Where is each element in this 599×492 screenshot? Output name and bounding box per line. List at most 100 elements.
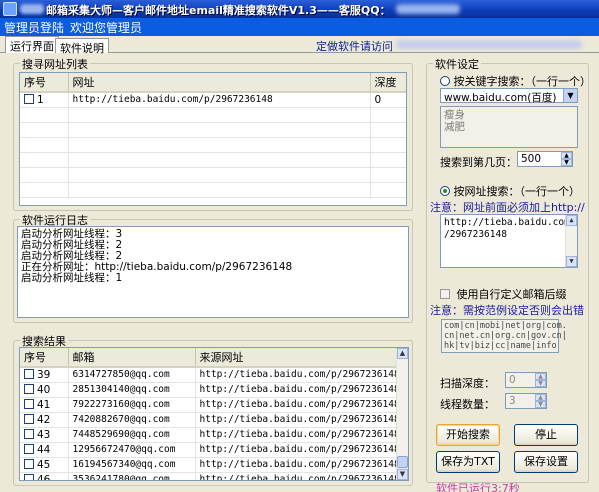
keyword-radio-label: 按关键字搜索：（一行一个）: [453, 75, 592, 88]
col-header-no[interactable]: 序号: [20, 73, 69, 93]
table-row[interactable]: 40 2851304140@qq.com http://tieba.baidu.co…: [20, 382, 397, 398]
row-checkbox[interactable]: [24, 413, 34, 424]
row-checkbox[interactable]: [24, 428, 34, 439]
row-source: http://tieba.baidu.com/p/2967236148: [195, 472, 397, 480]
scroll-down-icon[interactable]: ▼: [397, 469, 408, 480]
tab-run[interactable]: 运行界面: [5, 36, 59, 53]
thread-count-stepper[interactable]: 3 ▲ ▼: [505, 393, 547, 409]
row-no: 43: [37, 428, 51, 441]
scroll-thumb[interactable]: [397, 456, 408, 468]
suffix-line: hk|tv|biz|cc|name|info: [444, 341, 557, 351]
start-search-button[interactable]: 开始搜索: [436, 424, 500, 446]
url-list-table[interactable]: 序号 网址 深度 1 http://tieba.baidu.com/p/2967…: [19, 72, 407, 206]
col-header-email[interactable]: 邮箱: [68, 348, 196, 368]
row-email: 6314727850@qq.com: [68, 367, 196, 383]
scroll-down-icon[interactable]: ▼: [566, 256, 577, 267]
custom-suffix-checkbox[interactable]: [440, 289, 450, 299]
urls-scrollbar[interactable]: ▲ ▼: [565, 215, 577, 267]
stepper-down-icon[interactable]: ▼: [535, 380, 546, 387]
page-count-stepper[interactable]: 500 ▲ ▼: [517, 151, 573, 167]
tab-help[interactable]: 软件说明: [55, 38, 109, 55]
stepper-up-icon[interactable]: ▲: [561, 152, 572, 159]
page-depth-label: 搜索到第几页：: [440, 156, 517, 169]
table-row[interactable]: 46 3536241780@qq.com http://tieba.baidu.co…: [20, 472, 397, 480]
keywords-textarea[interactable]: 瘦身 减肥: [440, 106, 578, 148]
row-email: 3536241780@qq.com: [68, 472, 196, 480]
url-radio-label: 按网址搜索：（一行一个）: [453, 185, 581, 198]
stepper-up-icon[interactable]: ▲: [535, 394, 546, 401]
redacted-website: [396, 40, 582, 49]
table-row[interactable]: 1 http://tieba.baidu.com/p/2967236148 0: [20, 92, 406, 108]
stepper-buttons[interactable]: ▲ ▼: [535, 373, 546, 387]
stepper-up-icon[interactable]: ▲: [535, 373, 546, 380]
save-txt-button[interactable]: 保存为TXT: [436, 451, 500, 473]
row-checkbox[interactable]: [24, 443, 34, 454]
settings-title: 软件设定: [433, 56, 481, 72]
chevron-down-icon[interactable]: ▼: [563, 89, 577, 102]
results-table[interactable]: 序号 邮箱 来源网址 39 6314727850@qq.com http://tie…: [19, 347, 409, 481]
url-line: http://tieba.baidu.com/p: [444, 217, 578, 228]
stepper-buttons[interactable]: ▲ ▼: [535, 394, 546, 408]
page-count-value: 500: [521, 153, 542, 165]
table-row[interactable]: 45 16194567340@qq.com http://tieba.baidu.c…: [20, 457, 397, 473]
stop-button[interactable]: 停止: [514, 424, 578, 446]
empty-row: [20, 107, 406, 123]
save-settings-button[interactable]: 保存设置: [514, 451, 578, 473]
url-prefix-note: 注意：网址前面必须加上http://: [430, 201, 585, 214]
table-row[interactable]: 41 7922273160@qq.com http://tieba.baidu.co…: [20, 397, 397, 413]
col-header-depth[interactable]: 深度: [370, 73, 406, 93]
custom-software-link[interactable]: 定做软件请访问: [316, 38, 393, 54]
table-row[interactable]: 39 6314727850@qq.com http://tieba.baidu.co…: [20, 367, 397, 383]
row-checkbox[interactable]: [24, 93, 34, 104]
title-bar[interactable]: 邮箱采集大师—客户邮件地址email精准搜索软件V1.3——客服QQ：: [0, 0, 599, 18]
url-radio[interactable]: [440, 186, 450, 196]
table-row[interactable]: 44 12956672470@qq.com http://tieba.baidu.c…: [20, 442, 397, 458]
suffix-note: 注意：需按范例设定否则会出错: [430, 304, 584, 317]
row-no: 42: [37, 413, 51, 426]
row-checkbox[interactable]: [24, 383, 34, 394]
empty-row: [20, 152, 406, 168]
stepper-down-icon[interactable]: ▼: [535, 401, 546, 408]
row-checkbox[interactable]: [24, 398, 34, 409]
row-no: 44: [37, 443, 51, 456]
scan-depth-stepper[interactable]: 0 ▲ ▼: [505, 372, 547, 388]
custom-suffix-option[interactable]: 使用自行定义邮箱后缀: [440, 286, 567, 302]
results-scrollbar[interactable]: ▲ ▼: [396, 348, 408, 480]
row-no: 45: [37, 458, 51, 471]
row-email: 16194567340@qq.com: [68, 457, 196, 473]
admin-login-link[interactable]: 管理员登陆: [4, 19, 64, 36]
row-email: 12956672470@qq.com: [68, 442, 196, 458]
keyword-radio[interactable]: [440, 76, 450, 86]
row-email: 7420882670@qq.com: [68, 412, 196, 428]
col-header-url[interactable]: 网址: [68, 73, 371, 93]
scroll-up-icon[interactable]: ▲: [397, 348, 408, 359]
redacted-title-prefix: [20, 4, 44, 14]
urls-textarea[interactable]: http://tieba.baidu.com/p /2967236148 ▲ ▼: [440, 214, 578, 268]
row-source: http://tieba.baidu.com/p/2967236148: [195, 442, 397, 458]
empty-row: [20, 167, 406, 183]
search-engine-select[interactable]: www.baidu.com(百度) ▼: [440, 88, 578, 104]
row-checkbox[interactable]: [24, 458, 34, 469]
row-email: 2851304140@qq.com: [68, 382, 196, 398]
url-list-title: 搜寻网址列表: [20, 56, 90, 72]
col-header-no[interactable]: 序号: [20, 348, 69, 368]
log-textarea[interactable]: 启动分析网址线程：3 启动分析网址线程：2 启动分析网址线程：2 正在分析网址：…: [17, 226, 409, 318]
row-no: 40: [37, 383, 51, 396]
keyword-line: 瘦身: [444, 109, 465, 121]
stepper-buttons[interactable]: ▲ ▼: [561, 152, 572, 166]
log-line: 启动分析网址线程：1: [21, 272, 123, 284]
suffix-example-box[interactable]: com|cn|mobi|net|org|com. cn|net.cn|org.c…: [441, 319, 567, 353]
table-row[interactable]: 43 7448529690@qq.com http://tieba.baidu.co…: [20, 427, 397, 443]
search-engine-value: www.baidu.com(百度): [444, 92, 557, 104]
scroll-up-icon[interactable]: ▲: [566, 215, 577, 226]
row-checkbox[interactable]: [24, 473, 34, 480]
keyword-search-option[interactable]: 按关键字搜索：（一行一个）: [440, 73, 591, 89]
row-source: http://tieba.baidu.com/p/2967236148: [195, 412, 397, 428]
stepper-down-icon[interactable]: ▼: [561, 159, 572, 166]
col-header-source[interactable]: 来源网址: [195, 348, 397, 368]
url-search-option[interactable]: 按网址搜索：（一行一个）: [440, 183, 580, 199]
table-row[interactable]: 42 7420882670@qq.com http://tieba.baidu.co…: [20, 412, 397, 428]
scan-depth-label: 扫描深度：: [440, 377, 495, 390]
row-email: 7448529690@qq.com: [68, 427, 196, 443]
row-checkbox[interactable]: [24, 368, 34, 379]
